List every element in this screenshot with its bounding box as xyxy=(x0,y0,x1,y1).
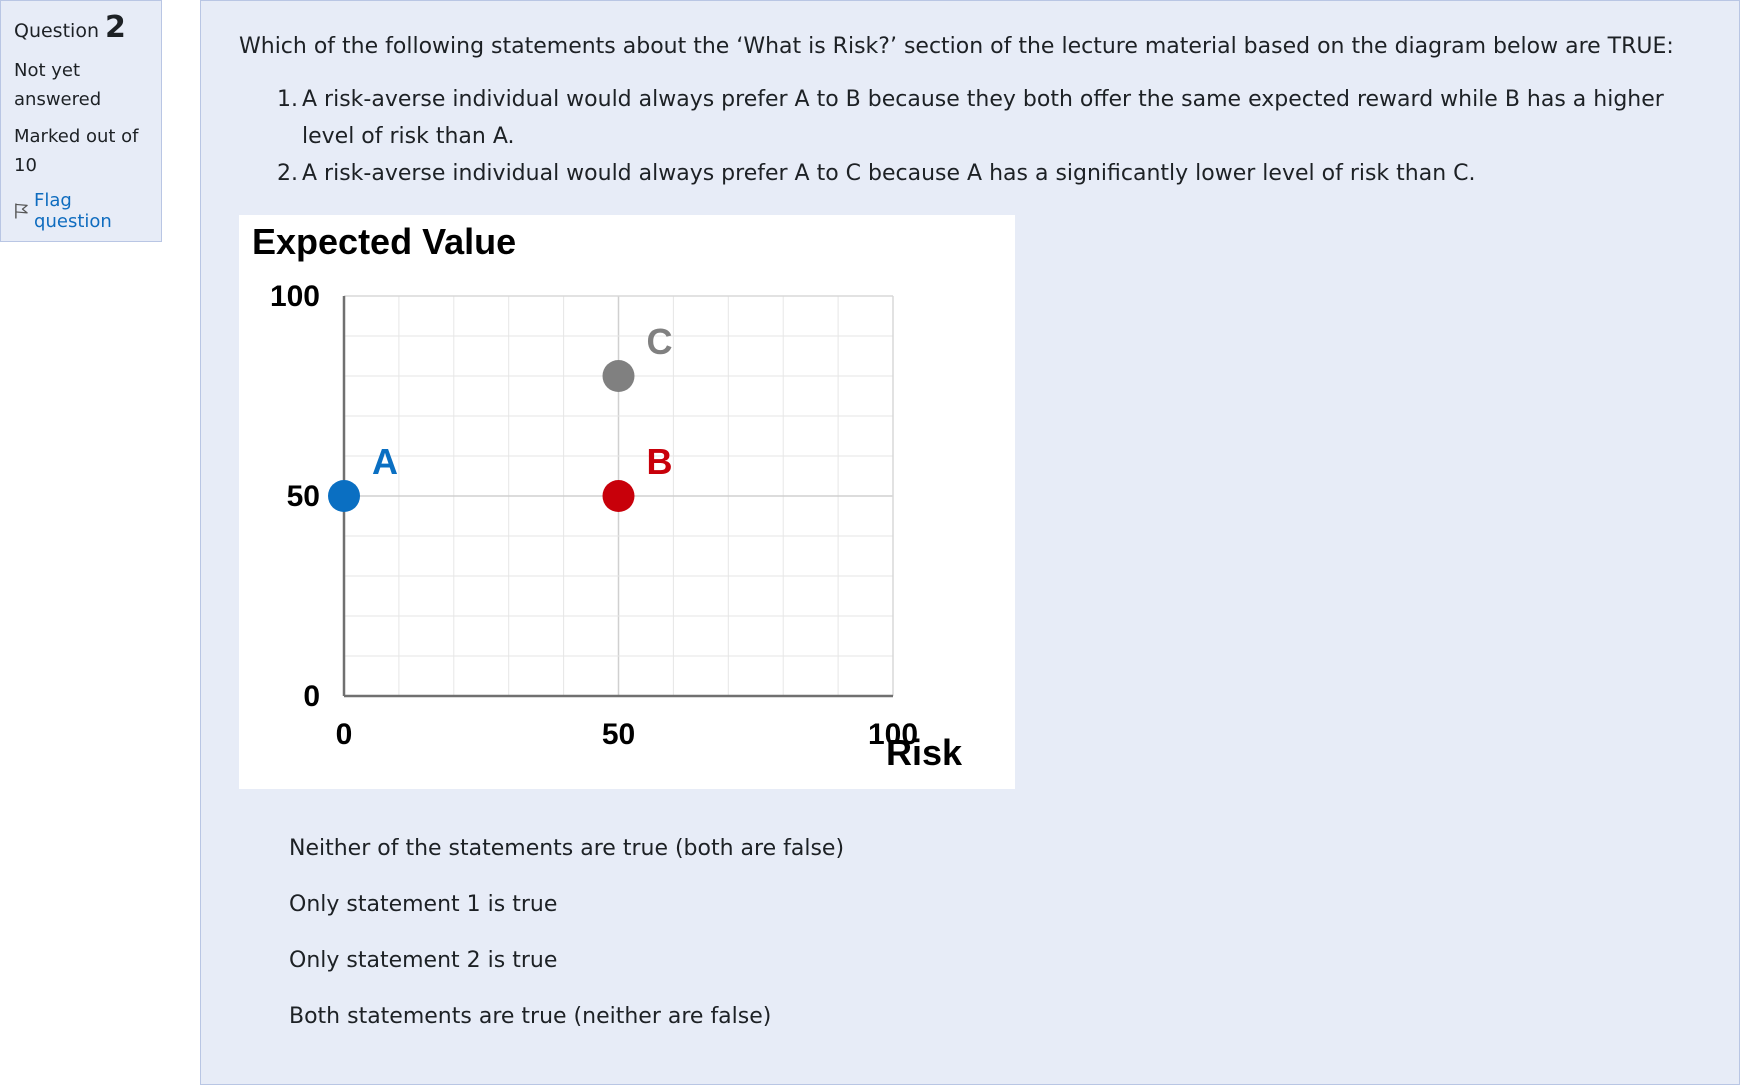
risk-chart-svg: Expected Value Risk 0501000 50 100 A BC xyxy=(252,221,963,773)
answer-option[interactable]: Only statement 2 is true xyxy=(289,943,844,999)
y-tick-label: 100 xyxy=(270,280,320,313)
x-tick-label: 100 xyxy=(868,718,918,751)
answer-option[interactable]: Only statement 1 is true xyxy=(289,887,844,943)
point-label-a: A xyxy=(372,441,398,482)
question-heading: Question 2 xyxy=(14,13,148,43)
statement-item: 1. A risk-averse individual would always… xyxy=(277,81,1697,155)
question-state: Not yet answered xyxy=(14,60,102,110)
statement-number: 2. xyxy=(277,161,298,186)
question-label: Question xyxy=(14,20,99,42)
data-point-c xyxy=(602,360,635,392)
flag-icon xyxy=(15,203,28,219)
flag-question-label: Flag question xyxy=(34,190,112,232)
question-info-panel: Question 2 Not yet answered Marked out o… xyxy=(0,0,162,242)
y-tick-label: 0 xyxy=(303,680,320,713)
statement-text: A risk-averse individual would always pr… xyxy=(302,161,1476,186)
data-point-b xyxy=(602,480,635,512)
statement-number: 1. xyxy=(277,87,298,112)
statement-list: 1. A risk-averse individual would always… xyxy=(277,81,1697,192)
x-tick-label: 50 xyxy=(602,718,635,751)
question-grade: Marked out of 10 xyxy=(14,126,139,176)
data-point-a xyxy=(328,480,360,512)
statement-text: A risk-averse individual would always pr… xyxy=(302,87,1664,149)
question-number: 2 xyxy=(104,10,126,45)
question-text: Which of the following statements about … xyxy=(239,34,1674,59)
answer-option[interactable]: Both statements are true (neither are fa… xyxy=(289,999,844,1055)
flag-question-link[interactable]: Flag question xyxy=(14,190,148,232)
answer-option[interactable]: Neither of the statements are true (both… xyxy=(289,831,844,887)
x-tick-label: 0 xyxy=(336,718,353,751)
question-content: Which of the following statements about … xyxy=(200,0,1740,1085)
answer-options: Neither of the statements are true (both… xyxy=(289,831,844,1055)
risk-diagram: Expected Value Risk 0 50 100 0 50 100 ABC xyxy=(239,215,1015,789)
point-label-b: B xyxy=(647,441,673,482)
statement-item: 2. A risk-averse individual would always… xyxy=(277,155,1697,192)
y-tick-label: 50 xyxy=(287,480,320,513)
point-label-c: C xyxy=(647,321,673,362)
chart-title: Expected Value xyxy=(252,221,516,262)
chart-tick-labels: 0 50 100 0 50 100 xyxy=(270,280,918,751)
